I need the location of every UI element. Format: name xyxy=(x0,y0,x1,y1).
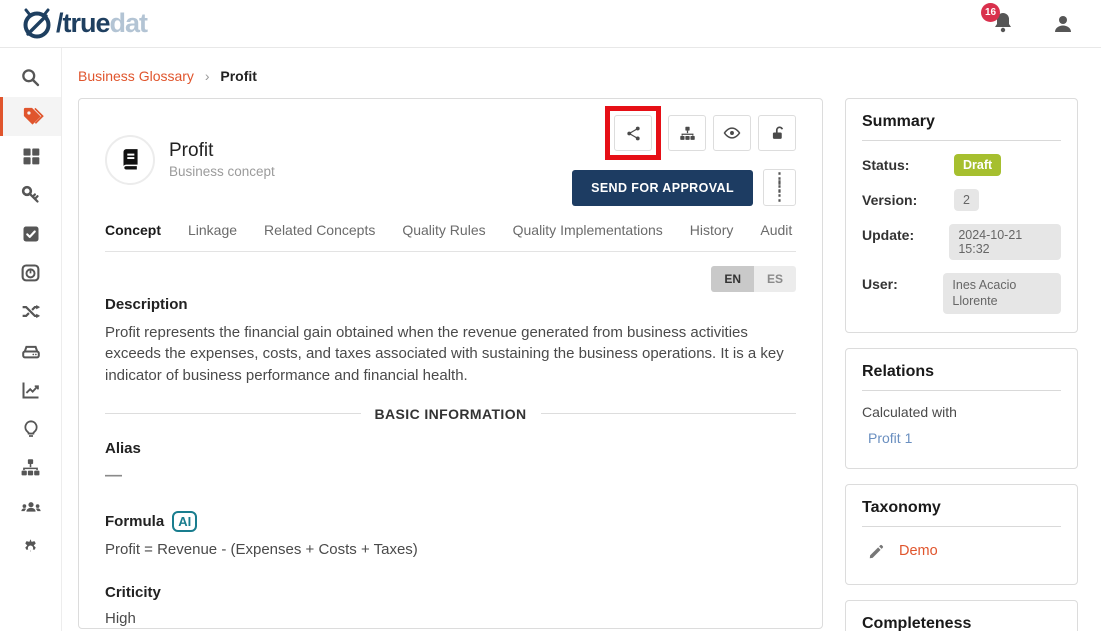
breadcrumb-current: Profit xyxy=(220,68,257,84)
user-badge: Ines Acacio Llorente xyxy=(943,273,1061,314)
taxonomy-domain-link[interactable]: Demo xyxy=(899,543,938,559)
concept-type-avatar xyxy=(105,135,155,185)
user-label: User: xyxy=(862,273,943,292)
concept-card: Profit Business concept xyxy=(78,98,823,629)
book-icon xyxy=(117,147,143,173)
relations-title: Relations xyxy=(862,363,1061,391)
completeness-title: Completeness xyxy=(862,615,1061,631)
lock-button[interactable] xyxy=(758,115,796,151)
alias-value: — xyxy=(105,465,796,485)
tab-related-concepts[interactable]: Related Concepts xyxy=(264,222,375,238)
notifications-count-badge: 16 xyxy=(981,3,1000,22)
sidebar-item-systems[interactable] xyxy=(0,331,61,370)
update-label: Update: xyxy=(862,224,949,243)
tab-concept[interactable]: Concept xyxy=(105,222,161,238)
annotation-highlight-box xyxy=(605,106,661,160)
settings-gear-icon xyxy=(20,535,41,556)
completeness-card: Completeness 42.86% xyxy=(845,600,1078,631)
tab-audit[interactable]: Audit xyxy=(760,222,792,238)
brand-text: /truedat xyxy=(56,8,147,39)
concept-tabs: Concept Linkage Related Concepts Quality… xyxy=(105,222,796,252)
breadcrumb-business-glossary-link[interactable]: Business Glossary xyxy=(78,68,194,84)
sidebar-item-glossary[interactable] xyxy=(0,97,61,136)
status-badge: Draft xyxy=(954,154,1001,176)
kebab-icon: ⋮⋮⋮ xyxy=(772,175,787,200)
tab-history[interactable]: History xyxy=(690,222,734,238)
tab-quality-rules[interactable]: Quality Rules xyxy=(402,222,485,238)
related-concept-link[interactable]: Profit 1 xyxy=(868,430,1061,446)
tab-quality-implementations[interactable]: Quality Implementations xyxy=(513,222,663,238)
search-icon xyxy=(20,67,41,88)
users-group-icon xyxy=(20,496,42,518)
alias-heading: Alias xyxy=(105,440,796,457)
systems-drive-icon xyxy=(20,340,42,362)
page-title: Profit xyxy=(169,140,275,162)
taxonomy-title: Taxonomy xyxy=(862,499,1061,527)
breadcrumb: Business Glossary › Profit xyxy=(78,68,1079,84)
notifications-bell-button[interactable]: 16 xyxy=(991,9,1017,39)
owl-logo-icon xyxy=(20,7,54,41)
sidebar-item-lineage[interactable] xyxy=(0,292,61,331)
sidebar-item-search[interactable] xyxy=(0,58,61,97)
app-header: /truedat 16 xyxy=(0,0,1101,48)
hierarchy-icon xyxy=(679,125,696,142)
lang-es-button[interactable]: ES xyxy=(754,266,796,292)
summary-card: Summary Status: Draft Version: 2 Update:… xyxy=(845,98,1078,333)
edit-pencil-icon[interactable] xyxy=(868,543,885,560)
sidebar-item-users[interactable] xyxy=(0,487,61,526)
basic-information-divider: BASIC INFORMATION xyxy=(105,406,796,422)
insights-bulb-icon xyxy=(21,419,41,439)
breadcrumb-separator: › xyxy=(205,68,210,84)
summary-title: Summary xyxy=(862,113,1061,141)
criticity-heading: Criticity xyxy=(105,584,796,601)
description-heading: Description xyxy=(105,296,796,313)
sidebar-item-settings[interactable] xyxy=(0,526,61,565)
structures-grid-icon xyxy=(21,146,41,166)
lineage-shuffle-icon xyxy=(20,301,41,322)
sidebar-item-taxonomy[interactable] xyxy=(0,448,61,487)
status-label: Status: xyxy=(862,154,954,173)
version-badge: 2 xyxy=(954,189,979,211)
rules-check-icon xyxy=(21,224,41,244)
share-button[interactable] xyxy=(614,115,652,151)
language-toggle: EN ES xyxy=(105,266,796,292)
description-text: Profit represents the financial gain obt… xyxy=(105,322,796,386)
sidebar-item-dashboards[interactable] xyxy=(0,370,61,409)
dashboards-chart-icon xyxy=(21,380,41,400)
quality-gauge-icon xyxy=(20,262,41,283)
relation-type-label: Calculated with xyxy=(862,404,1061,420)
lang-en-button[interactable]: EN xyxy=(711,266,754,292)
tab-linkage[interactable]: Linkage xyxy=(188,222,237,238)
sidebar-item-quality[interactable] xyxy=(0,253,61,292)
formula-heading: Formula xyxy=(105,513,164,530)
key-icon xyxy=(20,184,41,205)
unlock-icon xyxy=(769,125,786,142)
view-button[interactable] xyxy=(713,115,751,151)
share-icon xyxy=(625,125,642,142)
sidebar-item-structures[interactable] xyxy=(0,136,61,175)
basic-information-label: BASIC INFORMATION xyxy=(375,406,527,422)
sidebar-item-rules[interactable] xyxy=(0,214,61,253)
glossary-tag-icon xyxy=(21,105,44,128)
sidebar-item-permissions[interactable] xyxy=(0,175,61,214)
relations-card: Relations Calculated with Profit 1 xyxy=(845,348,1078,469)
more-actions-button[interactable]: ⋮⋮⋮ xyxy=(763,169,796,206)
eye-icon xyxy=(723,124,741,142)
taxonomy-sitemap-icon xyxy=(20,457,41,478)
sidebar-item-insights[interactable] xyxy=(0,409,61,448)
update-badge: 2024-10-21 15:32 xyxy=(949,224,1061,260)
ai-badge: AI xyxy=(172,511,197,533)
criticity-value: High xyxy=(105,610,796,627)
user-menu-button[interactable] xyxy=(1051,12,1075,36)
send-for-approval-button[interactable]: SEND FOR APPROVAL xyxy=(572,170,753,206)
truedat-logo[interactable]: /truedat xyxy=(20,7,147,41)
version-label: Version: xyxy=(862,189,954,208)
left-nav-sidebar xyxy=(0,48,62,631)
hierarchy-button[interactable] xyxy=(668,115,706,151)
formula-value: Profit = Revenue - (Expenses + Costs + T… xyxy=(105,541,796,558)
taxonomy-card: Taxonomy Demo xyxy=(845,484,1078,585)
concept-subtitle: Business concept xyxy=(169,164,275,179)
